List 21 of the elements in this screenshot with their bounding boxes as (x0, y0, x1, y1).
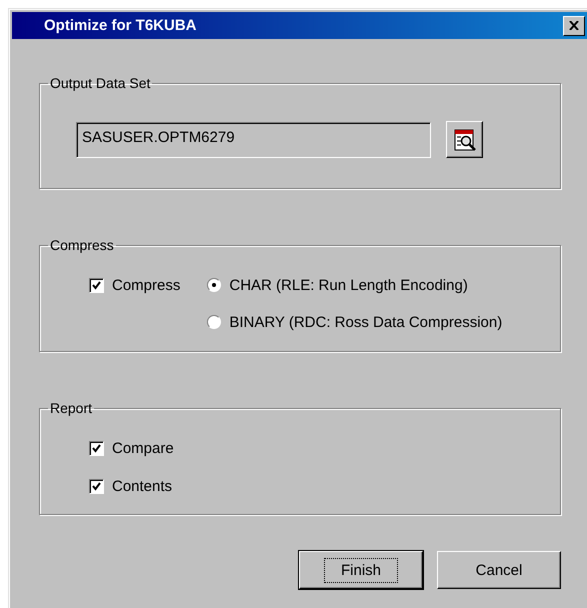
radio-label: CHAR (RLE: Run Length Encoding) (229, 276, 468, 294)
input-field[interactable]: SASUSER.OPTM6279 (76, 122, 431, 158)
finish-button[interactable]: Finish (299, 551, 423, 589)
checkbox-label: Contents (112, 478, 172, 494)
checkbox[interactable] (89, 278, 104, 292)
radio-label: BINARY (RDC: Ross Data Compression) (229, 314, 502, 330)
group-title: Output Data Set (49, 75, 152, 91)
radio-button[interactable] (207, 278, 222, 292)
close-button[interactable] (563, 16, 585, 36)
close-icon (569, 21, 579, 30)
checkbox-label: Compare (112, 440, 174, 456)
checkbox[interactable] (89, 478, 104, 494)
group-title: Report (49, 400, 94, 416)
cancel-button[interactable]: Cancel (437, 551, 561, 589)
group-title: Compress (49, 237, 115, 253)
browse-button[interactable] (446, 121, 483, 158)
radio-button[interactable] (207, 315, 222, 329)
table-magnifier-icon (452, 128, 476, 152)
checkbox-label: Compress (112, 276, 180, 294)
window-title: Optimize for T6KUBA (44, 17, 198, 34)
checkbox[interactable] (89, 440, 104, 456)
